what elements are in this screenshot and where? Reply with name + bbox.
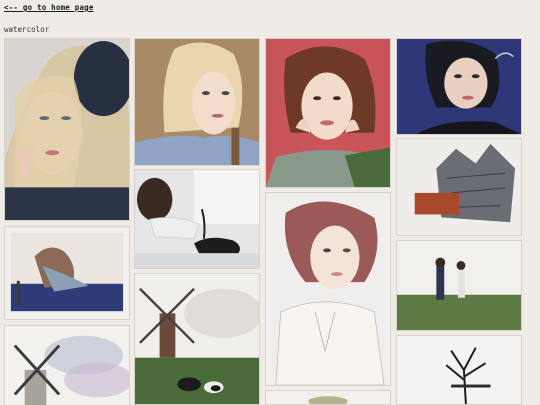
gallery-image-windmill-sky[interactable] <box>4 325 130 405</box>
section-title: watercolor <box>4 25 50 34</box>
gallery-image-short-blonde-portrait[interactable] <box>134 38 260 166</box>
gallery-image-girl-smoking[interactable] <box>396 38 522 135</box>
gallery-image-couple-walking[interactable] <box>396 240 522 331</box>
gallery-image-windmill-cows[interactable] <box>134 273 260 405</box>
gallery-image-girl-hands-on-cheeks[interactable] <box>265 38 391 188</box>
gallery-grid <box>4 38 536 405</box>
gallery-image-person-with-cat[interactable] <box>134 169 260 269</box>
home-link[interactable]: <-- go to home page <box>4 3 94 12</box>
gallery-image-blonde-girl-beret[interactable] <box>4 38 130 221</box>
gallery-image-bare-tree[interactable] <box>396 335 522 405</box>
gallery-image-auburn-haired-girl[interactable] <box>265 192 391 386</box>
gallery-image-girl-by-sea[interactable] <box>4 226 130 320</box>
gallery-image-floating-castle[interactable] <box>396 138 522 236</box>
gallery-image-cropped[interactable] <box>265 390 391 405</box>
